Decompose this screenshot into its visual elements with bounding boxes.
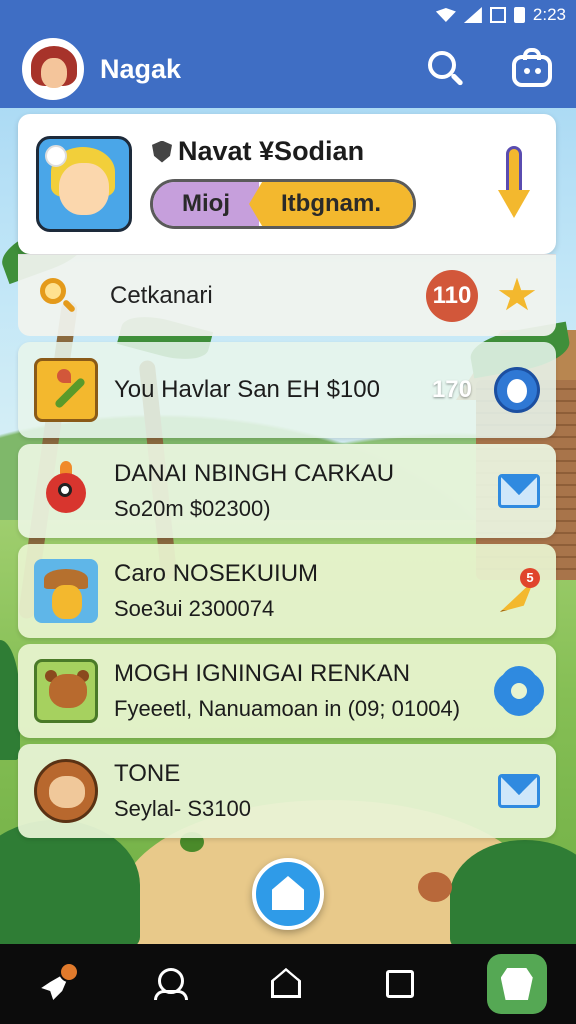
profile-card[interactable]: Navat ¥Sodian Mioj Itbgnam. [18,114,556,254]
list-item-title: MOGH IGNINGAI RENKAN [114,660,411,687]
mascot-icon[interactable] [494,367,540,413]
notification-cone-icon[interactable]: 5 [498,568,540,614]
nav-people-button[interactable] [144,956,200,1012]
list-item-title: You Havlar San EH $100 [114,376,380,403]
nav-rocket-button[interactable] [29,956,85,1012]
app-title: Nagak [100,53,182,84]
signal-icon [463,7,482,23]
list-item-title: Caro NOSEKUIUM [114,560,319,587]
monkey-thumbnail [34,659,98,723]
bag-button[interactable] [510,47,554,91]
profile-avatar [36,136,132,232]
status-bar: 2:23 [0,0,576,30]
status-time: 2:23 [532,5,566,24]
shield-icon [152,140,172,163]
mail-icon[interactable] [498,474,540,508]
list-item[interactable]: Caro NOSEKUIUM Soe3ui 2300074 5 [18,544,556,638]
list-item-title: DANAI NBINGH CARKAU [114,460,395,487]
list-item-subtitle: Seylal- S3100 [114,796,251,821]
square-icon [386,970,415,998]
square-icon [489,7,506,23]
search-button[interactable] [422,47,466,91]
gear-icon[interactable] [498,670,540,712]
pill-left-label: Mioj [153,182,259,226]
avatar[interactable] [22,38,84,100]
nav-recents-button[interactable] [372,956,428,1012]
creature-thumbnail [34,459,98,523]
battery-icon [513,7,525,23]
arrow-down-icon[interactable] [498,146,530,218]
explorer-thumbnail [34,559,98,623]
star-icon[interactable] [498,277,536,311]
list-item-subtitle: Soe3ui 2300074 [114,596,275,621]
list-item-number: 170 [431,376,472,403]
profile-name: Navat ¥Sodian [178,136,365,166]
campfire-thumbnail [34,358,98,422]
list-item[interactable]: You Havlar San EH $100 170 [18,342,556,438]
search-row[interactable]: Cetkanari 110 [18,254,556,336]
list-item[interactable]: DANAI NBINGH CARKAU So20m $02300) [18,444,556,538]
profile-name-row: Navat ¥Sodian [152,136,364,167]
list-item-title: TONE [114,760,181,787]
wifi-icon [435,8,456,22]
pet-icon [500,968,533,1000]
search-row-label: Cetkanari [110,281,213,309]
nav-home-button[interactable] [258,956,314,1012]
mail-icon[interactable] [498,774,540,808]
home-icon [272,876,304,910]
pill-right-label: Itbgnam. [249,182,413,226]
creature-sprite [418,872,452,902]
list-item[interactable]: TONE Seylal- S3100 [18,744,556,838]
notification-badge: 5 [520,568,540,588]
nav-active-button[interactable] [486,954,547,1014]
flower-icon [45,145,67,167]
lion-thumbnail [34,759,98,823]
bottom-nav [0,944,576,1024]
profile-pill[interactable]: Mioj Itbgnam. [150,179,416,229]
magnifier-icon [38,276,78,316]
count-badge: 110 [426,269,478,322]
list-item[interactable]: MOGH IGNINGAI RENKAN Fyeeetl, Nanuamoan … [18,644,556,738]
nav-badge [59,962,80,982]
home-fab-button[interactable] [252,858,324,930]
list-item-subtitle: So20m $02300) [114,496,271,521]
list-item-subtitle: Fyeeetl, Nanuamoan in (09; 01004) [114,696,461,721]
app-bar: Nagak [0,30,576,108]
